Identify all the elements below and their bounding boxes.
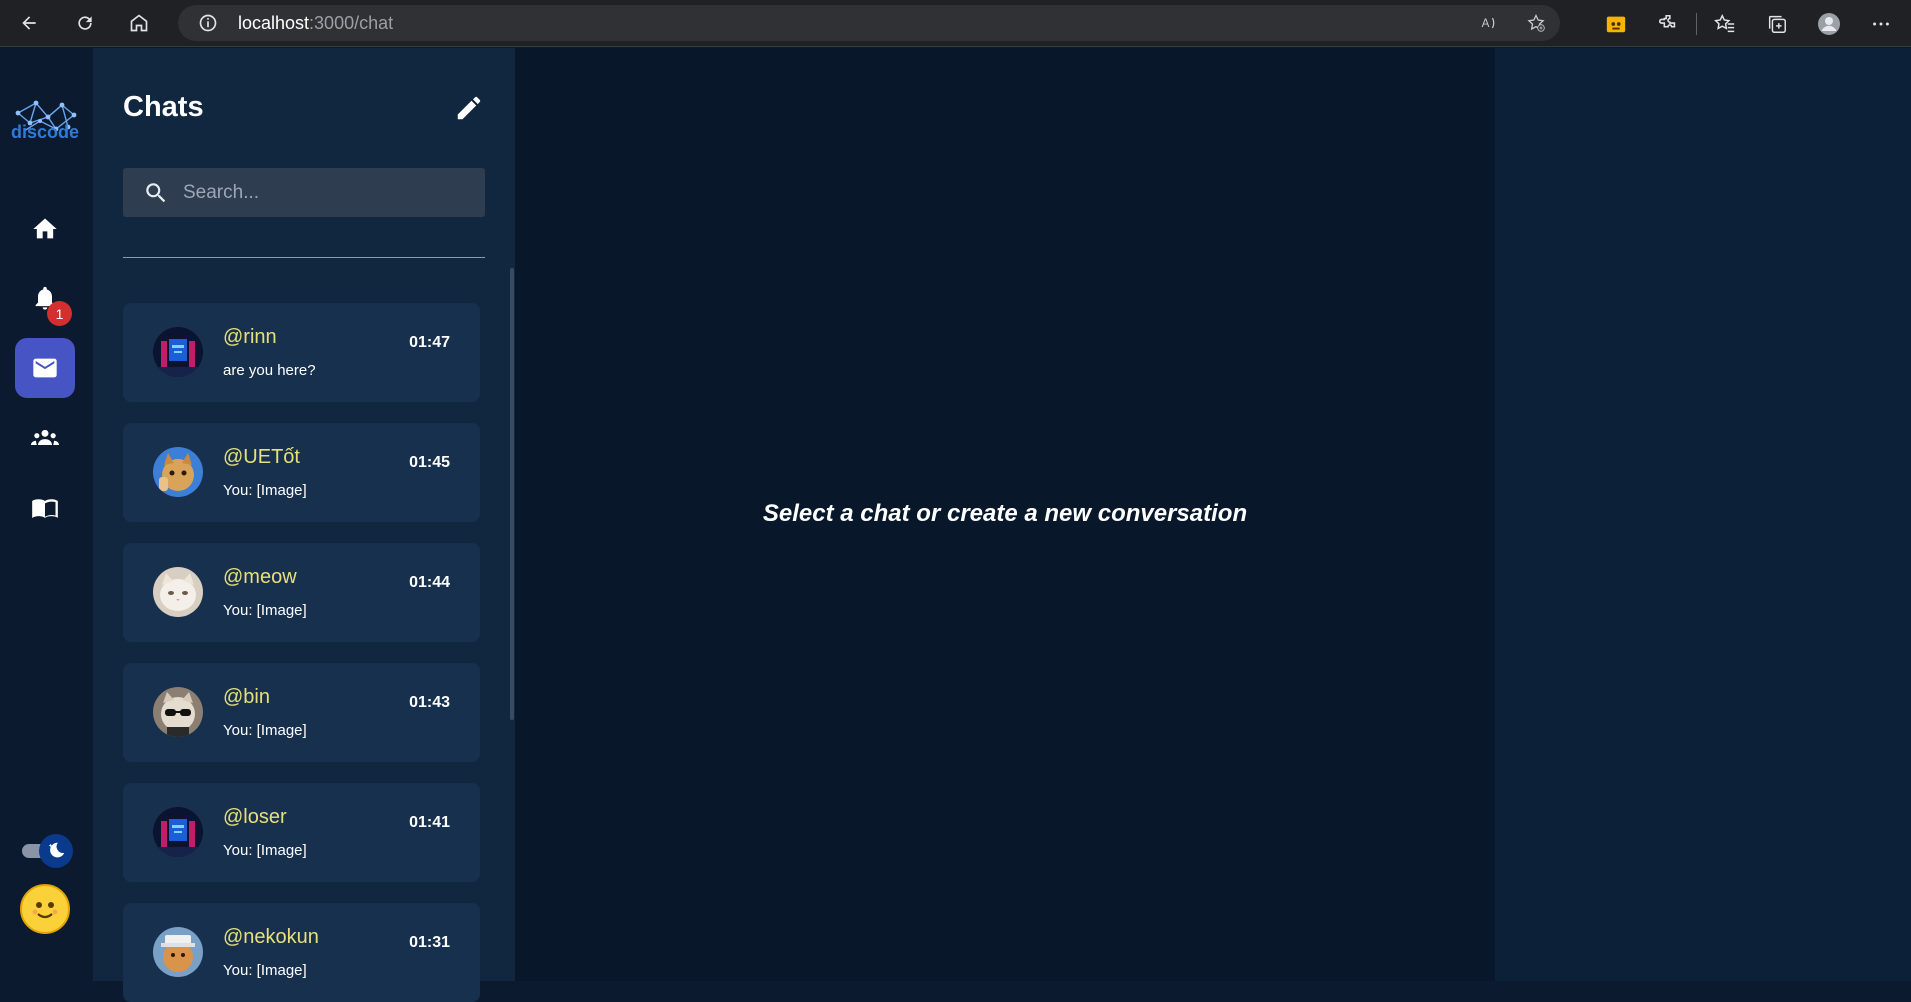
- empty-state-message: Select a chat or create a new conversati…: [762, 500, 1248, 527]
- user-avatar[interactable]: [20, 884, 70, 934]
- new-chat-edit-icon[interactable]: [454, 93, 484, 123]
- chat-timestamp: 01:47: [409, 334, 450, 351]
- address-bar[interactable]: localhost:3000/chat A: [178, 5, 1560, 41]
- chat-preview: You: [Image]: [223, 482, 307, 499]
- refresh-icon: [78, 16, 92, 30]
- app-root: discode 1 Chats Search... @rinn 01:47 ar…: [0, 48, 1911, 1002]
- chat-preview: You: [Image]: [223, 842, 307, 859]
- chat-username: @bin: [223, 686, 270, 708]
- chat-username: @loser: [223, 806, 287, 828]
- info-icon[interactable]: [198, 13, 218, 33]
- chat-timestamp: 01:45: [409, 454, 450, 471]
- nav-docs-button[interactable]: [15, 478, 75, 538]
- scrollbar[interactable]: [510, 268, 514, 720]
- home-icon: [33, 218, 57, 239]
- toolbar-separator: [1696, 12, 1697, 35]
- search-input[interactable]: [183, 181, 473, 204]
- url-host: localhost: [238, 12, 310, 33]
- chat-preview: You: [Image]: [223, 602, 307, 619]
- contact-avatar: [153, 687, 203, 737]
- url-path: :3000/chat: [309, 12, 394, 33]
- groups-icon: [31, 429, 59, 445]
- chat-username: @rinn: [223, 326, 277, 348]
- chat-list-item[interactable]: @rinn 01:47 are you here?: [123, 303, 480, 402]
- chat-timestamp: 01:44: [409, 574, 450, 591]
- contact-avatar: [153, 807, 203, 857]
- chats-title: Chats: [123, 91, 204, 123]
- profile-icon[interactable]: [1817, 12, 1841, 36]
- collections-icon[interactable]: [1765, 12, 1789, 36]
- nav-home-button[interactable]: [15, 199, 75, 259]
- mail-icon: [33, 358, 57, 378]
- chat-timestamp: 01:31: [409, 934, 450, 951]
- chat-preview: are you here?: [223, 362, 316, 379]
- favorite-add-icon[interactable]: [1526, 13, 1546, 33]
- conversation-area: Select a chat or create a new conversati…: [515, 48, 1495, 981]
- divider: [123, 257, 485, 258]
- favorites-icon[interactable]: [1713, 12, 1737, 36]
- chat-list-item[interactable]: @UETốt 01:45 You: [Image]: [123, 423, 480, 522]
- right-panel: [1495, 48, 1911, 981]
- contact-avatar: [153, 327, 203, 377]
- nav-messages-button[interactable]: [15, 338, 75, 398]
- search-icon: [146, 182, 166, 202]
- home-outline-icon: [130, 14, 148, 32]
- book-icon: [32, 499, 58, 519]
- contact-avatar: [153, 447, 203, 497]
- nav-rail: discode 1: [0, 48, 93, 981]
- browser-toolbar: localhost:3000/chat A: [0, 0, 1911, 47]
- arrow-left-icon: [22, 16, 36, 30]
- back-button[interactable]: [12, 6, 46, 40]
- contact-avatar: [153, 927, 203, 977]
- svg-text:A: A: [1482, 17, 1490, 30]
- more-options-icon[interactable]: [1869, 12, 1893, 36]
- notification-badge: 1: [47, 301, 72, 326]
- chat-preview: You: [Image]: [223, 962, 307, 979]
- contact-avatar: [153, 567, 203, 617]
- puzzle-icon[interactable]: [1656, 12, 1680, 36]
- nav-groups-button[interactable]: [15, 408, 75, 468]
- read-aloud-icon[interactable]: A: [1480, 13, 1500, 33]
- chat-username: @UETốt: [223, 446, 300, 468]
- chat-username: @nekokun: [223, 926, 319, 948]
- url-text[interactable]: localhost:3000/chat: [238, 13, 393, 34]
- home-browser-button[interactable]: [122, 6, 156, 40]
- chat-list-item[interactable]: @loser 01:41 You: [Image]: [123, 783, 480, 882]
- chat-list-item[interactable]: @meow 01:44 You: [Image]: [123, 543, 480, 642]
- search-box[interactable]: [123, 168, 485, 217]
- chat-timestamp: 01:41: [409, 814, 450, 831]
- chat-list-panel: Chats @rinn 01:47 are you here? @UETốt 01:45…: [93, 48, 515, 1002]
- logo-text: discode: [11, 122, 80, 142]
- chat-list-item[interactable]: @nekokun 01:31 You: [Image]: [123, 903, 480, 1002]
- theme-toggle[interactable]: [22, 834, 73, 868]
- chat-preview: You: [Image]: [223, 722, 307, 739]
- smiley-icon: [32, 902, 58, 919]
- moon-icon: [39, 834, 73, 868]
- chat-username: @meow: [223, 566, 297, 588]
- refresh-button[interactable]: [68, 6, 102, 40]
- chat-timestamp: 01:43: [409, 694, 450, 711]
- chat-list-item[interactable]: @bin 01:43 You: [Image]: [123, 663, 480, 762]
- extension-icon[interactable]: [1604, 12, 1628, 36]
